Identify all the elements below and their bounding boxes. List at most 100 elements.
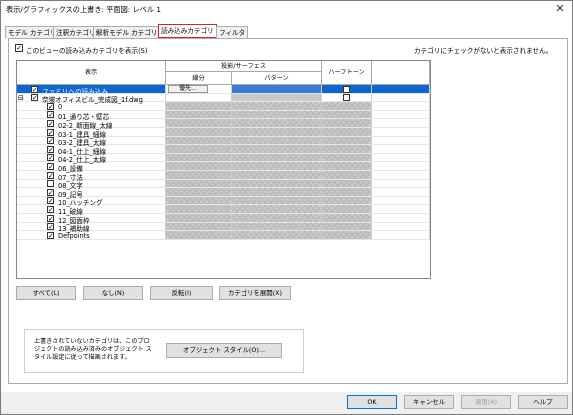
patterns-cell[interactable] (232, 136, 322, 146)
halftone-cell[interactable] (322, 171, 372, 180)
halftone-cell[interactable] (322, 145, 372, 154)
row-visibility-checkbox[interactable] (47, 180, 54, 188)
row-visibility-checkbox[interactable]: ✓ (47, 162, 54, 170)
patterns-cell[interactable] (232, 128, 322, 137)
table-row[interactable]: ✓ 03-2_建具_太線 (17, 136, 430, 147)
halftone-cell[interactable] (322, 196, 372, 206)
table-row[interactable]: ✓ 07_寸法 (17, 171, 430, 182)
lines-cell[interactable] (166, 153, 232, 163)
table-row[interactable]: ✓ 11_破線 (17, 205, 430, 216)
lines-cell[interactable] (166, 196, 232, 206)
row-visibility-checkbox[interactable]: ✓ (47, 188, 54, 196)
patterns-cell[interactable] (232, 222, 322, 232)
lines-cell[interactable]: 優先... (166, 85, 232, 94)
row-visibility-checkbox[interactable]: ✓ (47, 102, 54, 110)
row-visibility-checkbox[interactable]: ✓ (47, 205, 54, 213)
patterns-cell[interactable] (232, 231, 322, 240)
table-row[interactable]: ✓ 12_図面枠 (17, 214, 430, 225)
patterns-cell[interactable] (232, 162, 322, 171)
halftone-cell[interactable] (322, 119, 372, 128)
table-row[interactable]: 08_文字 (17, 179, 430, 190)
select-all-button[interactable]: すべて(L) (16, 286, 76, 300)
apply-button[interactable]: 適用(A) (461, 395, 511, 409)
invert-button[interactable]: 反転(I) (150, 286, 213, 300)
row-visibility-checkbox[interactable]: ✓ (47, 119, 54, 127)
row-visibility-checkbox[interactable]: ✓ (47, 128, 54, 136)
lines-cell[interactable] (166, 110, 232, 120)
table-row[interactable]: ⊟ ✓ 奈坡オフィスビル_完成図_1f.dwg (17, 93, 430, 104)
patterns-cell[interactable] (232, 110, 322, 120)
lines-cell[interactable] (166, 102, 232, 111)
halftone-cell[interactable] (322, 205, 372, 214)
halftone-cell[interactable] (322, 136, 372, 146)
table-row[interactable]: ✓ 13_補助線 (17, 222, 430, 233)
cancel-button[interactable]: キャンセル (404, 395, 454, 409)
halftone-cell[interactable] (322, 102, 372, 111)
patterns-cell[interactable] (232, 153, 322, 163)
lines-cell[interactable] (166, 179, 232, 189)
show-imported-categories-checkbox[interactable]: ✓ (15, 44, 23, 52)
patterns-cell[interactable] (232, 171, 322, 180)
table-row[interactable]: ✓ 04-1_仕上_細線 (17, 145, 430, 156)
object-styles-button[interactable]: オブジェクト スタイル(O)... (166, 343, 282, 358)
tab-annotation-categories[interactable]: 注釈カテゴリ (53, 26, 99, 38)
lines-cell[interactable] (166, 188, 232, 197)
lines-cell[interactable] (166, 222, 232, 232)
tab-analytical-model-categories[interactable]: 解析モデル カテゴリ (93, 26, 161, 38)
row-visibility-checkbox[interactable]: ✓ (31, 85, 38, 93)
halftone-cell[interactable] (322, 231, 372, 240)
table-row[interactable]: ✓ 01_通り芯・壁芯 (17, 110, 430, 121)
table-row[interactable]: ✓ Defpoints (17, 231, 430, 240)
tab-imported-categories[interactable]: 読み込みカテゴリ (158, 24, 217, 38)
close-icon[interactable]: ✕ (553, 2, 567, 16)
patterns-cell[interactable] (232, 102, 322, 111)
row-visibility-checkbox[interactable]: ✓ (47, 214, 54, 222)
lines-cell[interactable] (166, 171, 232, 180)
table-row[interactable]: ✓ 0 (17, 102, 430, 111)
patterns-cell[interactable] (232, 179, 322, 189)
lines-cell[interactable] (166, 145, 232, 154)
tab-model-categories[interactable]: モデル カテゴリ (5, 26, 60, 38)
patterns-cell[interactable] (232, 85, 322, 94)
lines-cell[interactable] (166, 231, 232, 240)
row-visibility-checkbox[interactable]: ✓ (47, 171, 54, 179)
lines-cell[interactable] (166, 162, 232, 171)
row-visibility-checkbox[interactable]: ✓ (47, 145, 54, 153)
row-visibility-checkbox[interactable]: ✓ (47, 231, 54, 239)
patterns-cell[interactable] (232, 145, 322, 154)
table-row[interactable]: ✓ 06_設備 (17, 162, 430, 173)
patterns-cell[interactable] (232, 214, 322, 223)
patterns-cell[interactable] (232, 93, 322, 103)
table-row[interactable]: ✓ 03-1_建具_細線 (17, 128, 430, 139)
row-visibility-checkbox[interactable]: ✓ (31, 94, 38, 102)
patterns-cell[interactable] (232, 196, 322, 206)
table-row[interactable]: ✓ 02-2_断面線_太線 (17, 119, 430, 130)
halftone-cell[interactable] (322, 179, 372, 189)
lines-cell[interactable] (166, 214, 232, 223)
halftone-cell[interactable] (322, 153, 372, 163)
halftone-checkbox[interactable] (343, 94, 350, 102)
help-button[interactable]: ヘルプ (518, 395, 568, 409)
row-visibility-checkbox[interactable]: ✓ (47, 197, 54, 205)
row-visibility-checkbox[interactable]: ✓ (47, 111, 54, 119)
lines-cell[interactable] (166, 136, 232, 146)
table-row[interactable]: ✓ 09_記号 (17, 188, 430, 199)
halftone-cell[interactable] (322, 85, 372, 94)
lines-cell[interactable] (166, 205, 232, 214)
table-row[interactable]: ✓ 04-2_仕上_太線 (17, 153, 430, 164)
halftone-checkbox[interactable] (343, 85, 350, 93)
patterns-cell[interactable] (232, 205, 322, 214)
halftone-cell[interactable] (322, 93, 372, 103)
row-visibility-checkbox[interactable]: ✓ (47, 154, 54, 162)
patterns-cell[interactable] (232, 188, 322, 197)
tab-filters[interactable]: フィルタ (216, 26, 249, 38)
halftone-cell[interactable] (322, 214, 372, 223)
tree-expander-icon[interactable]: ⊟ (18, 94, 24, 102)
halftone-cell[interactable] (322, 128, 372, 137)
halftone-cell[interactable] (322, 162, 372, 171)
select-none-button[interactable]: なし(N) (83, 286, 143, 300)
override-lines-button[interactable]: 優先... (168, 85, 208, 93)
lines-cell[interactable] (166, 93, 232, 103)
halftone-cell[interactable] (322, 222, 372, 232)
halftone-cell[interactable] (322, 110, 372, 120)
